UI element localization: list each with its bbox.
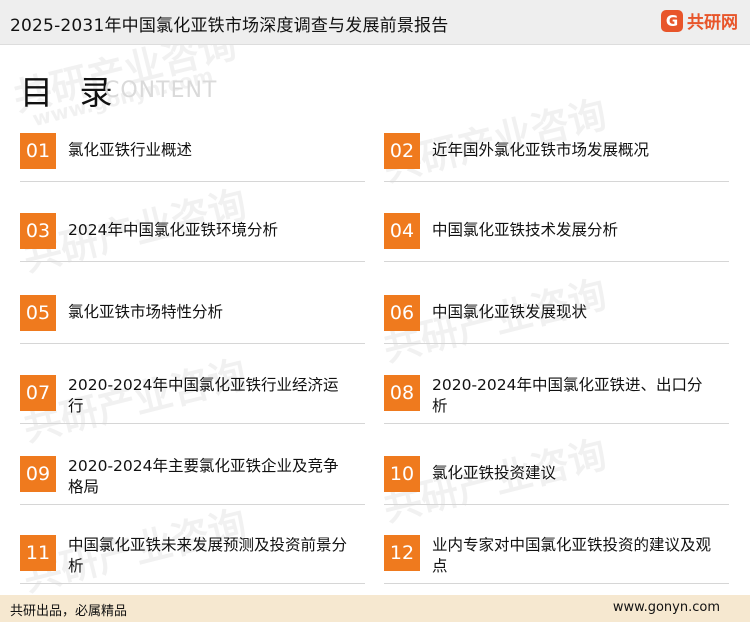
- toc-item-number: 01: [20, 133, 56, 169]
- brand-name: 共研网: [687, 13, 738, 33]
- toc-item-label: 2024年中国氯化亚铁环境分析: [68, 221, 278, 239]
- brand-mark-icon: G: [661, 9, 683, 32]
- toc-item-label: 中国氯化亚铁未来发展预测及投资前景分析: [68, 536, 348, 575]
- divider: [384, 423, 729, 424]
- divider: [20, 504, 365, 505]
- toc-item-label: 业内专家对中国氯化亚铁投资的建议及观点: [432, 536, 712, 575]
- toc-item-label: 氯化亚铁行业概述: [68, 141, 193, 159]
- toc-item-06[interactable]: 06 中国氯化亚铁发展现状: [384, 295, 729, 347]
- divider: [384, 343, 729, 344]
- toc-item-number: 02: [384, 133, 420, 169]
- toc-item-11[interactable]: 11 中国氯化亚铁未来发展预测及投资前景分析: [20, 535, 365, 587]
- toc-item-02[interactable]: 02 近年国外氯化亚铁市场发展概况: [384, 133, 729, 185]
- divider: [20, 423, 365, 424]
- footer-slogan: 共研出品，必属精品: [10, 604, 128, 619]
- footer-url[interactable]: www.gonyn.com: [613, 600, 720, 615]
- toc-item-09[interactable]: 09 2020-2024年主要氯化亚铁企业及竞争格局: [20, 456, 365, 508]
- report-title: 2025-2031年中国氯化亚铁市场深度调查与发展前景报告: [10, 16, 449, 36]
- divider: [384, 504, 729, 505]
- toc-heading-en: CONTENT: [104, 78, 218, 103]
- toc-item-number: 06: [384, 295, 420, 331]
- toc-item-07[interactable]: 07 2020-2024年中国氯化亚铁行业经济运行: [20, 375, 365, 427]
- toc-item-number: 03: [20, 213, 56, 249]
- divider: [20, 343, 365, 344]
- divider: [20, 583, 365, 584]
- header-bar: 2025-2031年中国氯化亚铁市场深度调查与发展前景报告 G 共研网: [0, 0, 750, 45]
- toc-item-number: 09: [20, 456, 56, 492]
- divider: [20, 261, 365, 262]
- toc-item-number: 10: [384, 456, 420, 492]
- toc-item-08[interactable]: 08 2020-2024年中国氯化亚铁进、出口分析: [384, 375, 729, 427]
- toc-item-12[interactable]: 12 业内专家对中国氯化亚铁投资的建议及观点: [384, 535, 729, 587]
- toc-item-04[interactable]: 04 中国氯化亚铁技术发展分析: [384, 213, 729, 265]
- toc-item-number: 07: [20, 375, 56, 411]
- toc-item-number: 05: [20, 295, 56, 331]
- toc-item-number: 08: [384, 375, 420, 411]
- brand-logo: G 共研网: [661, 8, 738, 33]
- divider: [20, 181, 365, 182]
- toc-item-label: 氯化亚铁投资建议: [432, 464, 557, 482]
- toc-item-label: 中国氯化亚铁发展现状: [432, 303, 588, 321]
- divider: [384, 583, 729, 584]
- toc-item-number: 12: [384, 535, 420, 571]
- toc-item-01[interactable]: 01 氯化亚铁行业概述: [20, 133, 365, 185]
- toc-item-number: 04: [384, 213, 420, 249]
- toc-item-10[interactable]: 10 氯化亚铁投资建议: [384, 456, 729, 508]
- footer-bar: 共研出品，必属精品 www.gonyn.com: [0, 595, 750, 622]
- toc-item-label: 2020-2024年中国氯化亚铁行业经济运行: [68, 376, 339, 415]
- divider: [384, 181, 729, 182]
- toc-item-label: 氯化亚铁市场特性分析: [68, 303, 224, 321]
- divider: [384, 261, 729, 262]
- toc-item-05[interactable]: 05 氯化亚铁市场特性分析: [20, 295, 365, 347]
- toc-item-03[interactable]: 03 2024年中国氯化亚铁环境分析: [20, 213, 365, 265]
- toc-item-label: 中国氯化亚铁技术发展分析: [432, 221, 619, 239]
- toc-item-label: 近年国外氯化亚铁市场发展概况: [432, 141, 650, 159]
- toc-item-number: 11: [20, 535, 56, 571]
- toc-item-label: 2020-2024年主要氯化亚铁企业及竞争格局: [68, 457, 339, 496]
- toc-item-label: 2020-2024年中国氯化亚铁进、出口分析: [432, 376, 703, 415]
